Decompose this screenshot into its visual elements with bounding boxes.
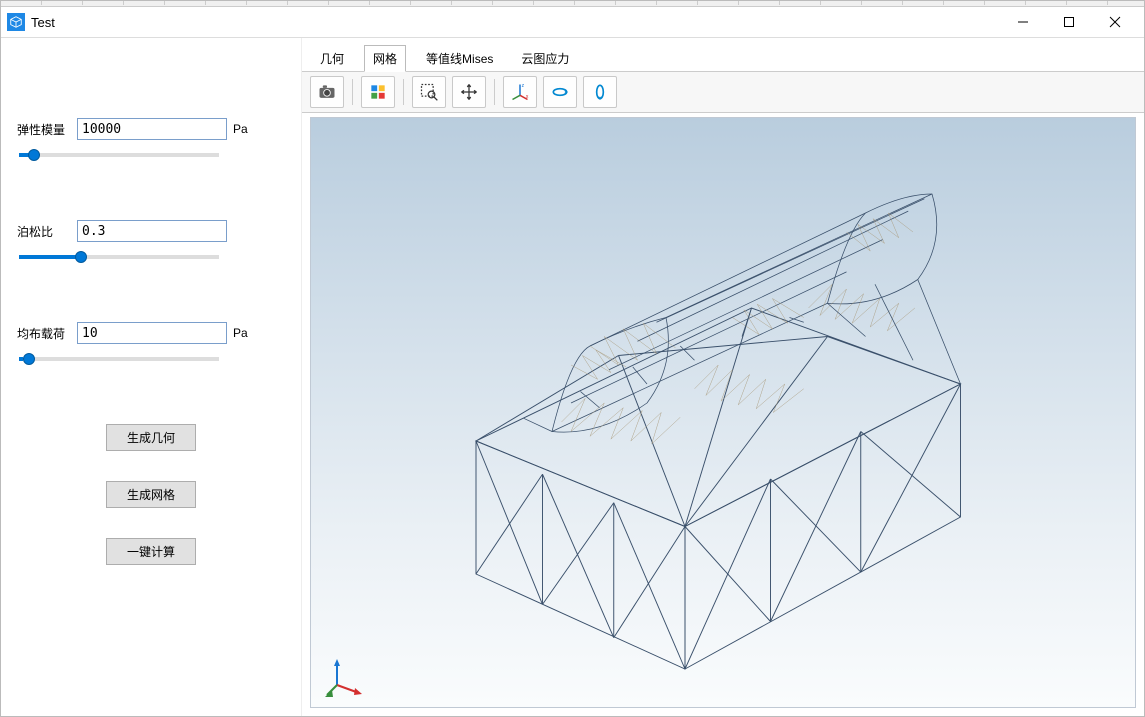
pan-icon[interactable] — [452, 76, 486, 108]
maximize-button[interactable] — [1046, 7, 1092, 37]
view-tabs: 几何 网格 等值线Mises 云图应力 — [302, 38, 1144, 71]
compute-button[interactable]: 一键计算 — [106, 538, 196, 565]
uniform-load-slider[interactable] — [19, 357, 219, 361]
orientation-triad — [325, 657, 365, 697]
svg-text:x: x — [526, 94, 529, 100]
elastic-modulus-input[interactable] — [77, 118, 227, 140]
fit-view-icon[interactable] — [361, 76, 395, 108]
main-panel: 几何 网格 等值线Mises 云图应力 — [301, 38, 1144, 716]
param-poisson-ratio: 泊松比 — [17, 220, 285, 262]
generate-geometry-button[interactable]: 生成几何 — [106, 424, 196, 451]
uniform-load-unit: Pa — [233, 326, 257, 340]
titlebar: Test — [1, 7, 1144, 38]
app-icon — [7, 13, 25, 31]
param-uniform-load: 均布载荷 Pa — [17, 322, 285, 364]
3d-viewport[interactable] — [310, 117, 1136, 708]
tab-iso-mises[interactable]: 等值线Mises — [418, 46, 501, 71]
uniform-load-label: 均布载荷 — [17, 325, 71, 342]
axes-icon[interactable]: zx — [503, 76, 537, 108]
generate-mesh-button[interactable]: 生成网格 — [106, 481, 196, 508]
app-window: Test 弹性模量 Pa — [0, 0, 1145, 717]
param-elastic-modulus: 弹性模量 Pa — [17, 118, 285, 160]
poisson-ratio-input[interactable] — [77, 220, 227, 242]
elastic-modulus-label: 弹性模量 — [17, 121, 71, 138]
minimize-button[interactable] — [1000, 7, 1046, 37]
cropped-menubar — [1, 1, 1144, 7]
rotate-y-icon[interactable] — [543, 76, 577, 108]
svg-text:z: z — [522, 83, 525, 89]
uniform-load-input[interactable] — [77, 322, 227, 344]
camera-icon[interactable] — [310, 76, 344, 108]
tab-contour-stress[interactable]: 云图应力 — [513, 46, 577, 71]
poisson-ratio-slider[interactable] — [19, 255, 219, 259]
sidebar: 弹性模量 Pa 泊松比 均 — [1, 38, 301, 716]
window-title: Test — [31, 15, 55, 30]
toolbar-separator — [352, 79, 353, 105]
poisson-ratio-label: 泊松比 — [17, 223, 71, 240]
view-toolbar: zx — [302, 71, 1144, 113]
tab-mesh[interactable]: 网格 — [364, 45, 406, 72]
toolbar-separator — [403, 79, 404, 105]
tab-geometry[interactable]: 几何 — [312, 46, 352, 71]
elastic-modulus-slider[interactable] — [19, 153, 219, 157]
elastic-modulus-unit: Pa — [233, 122, 257, 136]
mesh-wireframe — [311, 118, 1135, 707]
toolbar-separator — [494, 79, 495, 105]
rotate-x-icon[interactable] — [583, 76, 617, 108]
zoom-window-icon[interactable] — [412, 76, 446, 108]
close-button[interactable] — [1092, 7, 1138, 37]
